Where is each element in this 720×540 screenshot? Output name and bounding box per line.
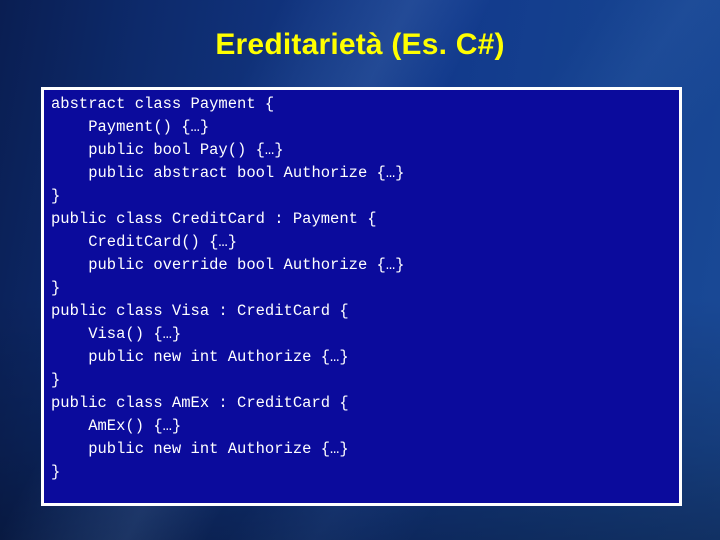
- code-line: public bool Pay() {…}: [51, 141, 284, 159]
- code-line: public abstract bool Authorize {…}: [51, 164, 405, 182]
- code-line: public class Visa : CreditCard {: [51, 302, 349, 320]
- code-line: }: [51, 187, 61, 205]
- code-line: CreditCard() {…}: [51, 233, 238, 251]
- code-line: public class CreditCard : Payment {: [51, 210, 377, 228]
- code-line: }: [51, 371, 61, 389]
- page-title: Ereditarietà (Es. C#): [215, 28, 505, 61]
- code-line: AmEx() {…}: [51, 417, 182, 435]
- code-line: public override bool Authorize {…}: [51, 256, 405, 274]
- code-line: public new int Authorize {…}: [51, 440, 349, 458]
- code-line: }: [51, 463, 61, 481]
- code-line: }: [51, 279, 61, 297]
- code-block: abstract class Payment { Payment() {…} p…: [41, 87, 682, 506]
- slide-canvas: Ereditarietà (Es. C#) abstract class Pay…: [0, 0, 720, 540]
- code-lines-container: abstract class Payment { Payment() {…} p…: [51, 93, 679, 484]
- code-line: Visa() {…}: [51, 325, 182, 343]
- code-line: Payment() {…}: [51, 118, 210, 136]
- code-line: public new int Authorize {…}: [51, 348, 349, 366]
- code-line: abstract class Payment {: [51, 95, 275, 113]
- code-line: public class AmEx : CreditCard {: [51, 394, 349, 412]
